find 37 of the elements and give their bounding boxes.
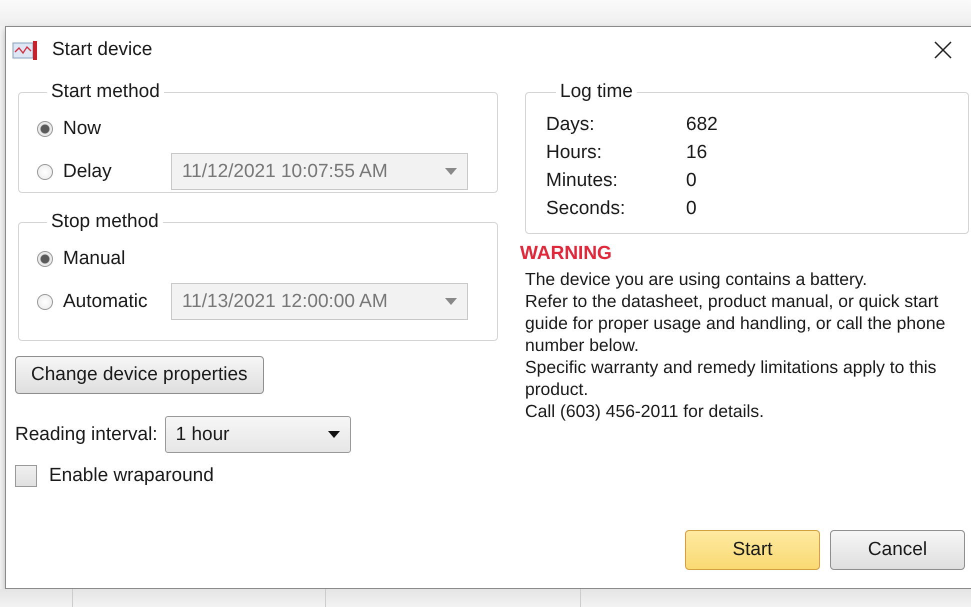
log-label: Days: — [546, 113, 596, 137]
log-value: 16 — [686, 141, 708, 165]
window-title: Start device — [52, 39, 152, 61]
close-icon[interactable] — [934, 41, 952, 59]
start-button[interactable]: Start — [685, 530, 820, 570]
caret-icon — [445, 168, 457, 175]
warning-text: Refer to the datasheet, product manual, or quick start guide for proper usage and handling, or call the phone number below. — [525, 290, 946, 356]
radio-label: Delay — [63, 160, 113, 182]
group-title: Start method — [50, 81, 161, 103]
radio-button[interactable] — [37, 120, 53, 136]
chart-icon — [12, 40, 38, 60]
radio-label: Automatic — [63, 290, 148, 312]
field-label: Reading interval: — [15, 424, 158, 446]
checkbox-label: Enable wraparound — [49, 465, 214, 487]
warning-text: Specific warranty and remedy limitations apply to this product. — [525, 356, 938, 400]
log-value: 682 — [686, 113, 719, 137]
warning-title: WARNING — [520, 243, 613, 265]
caret-icon — [445, 298, 457, 305]
log-label: Hours: — [546, 141, 603, 165]
radio-label: Manual — [63, 248, 126, 270]
warning-text: The device you are using contains a battery. — [525, 268, 868, 290]
interval-dropdown[interactable]: 1 hour — [164, 416, 351, 453]
group-title: Stop method — [50, 211, 160, 233]
caret-icon — [328, 431, 340, 438]
log-value: 0 — [686, 169, 698, 193]
log-value: 0 — [686, 197, 698, 221]
checkbox[interactable] — [15, 465, 37, 487]
radio-button[interactable] — [37, 294, 53, 310]
log-label: Minutes: — [546, 169, 619, 193]
radio-button[interactable] — [37, 164, 53, 180]
radio-label: Now — [63, 118, 102, 140]
group-title: Log time — [559, 81, 634, 103]
change-properties-button[interactable]: Change device properties — [15, 356, 264, 394]
radio-button[interactable] — [37, 250, 53, 266]
warning-text: Call (603) 456-2011 for details. — [525, 400, 765, 422]
cancel-button[interactable]: Cancel — [830, 530, 965, 570]
log-label: Seconds: — [546, 197, 626, 221]
